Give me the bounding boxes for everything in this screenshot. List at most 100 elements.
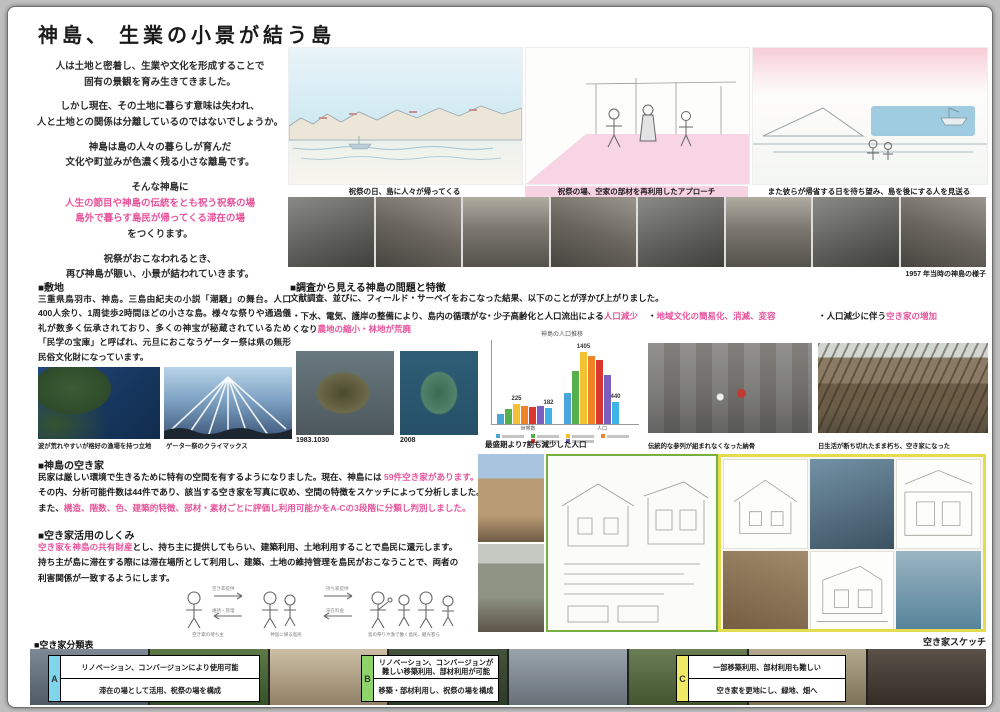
chart-bar (505, 409, 512, 424)
historical-photo (726, 197, 812, 267)
diagram-caption-owner: 空き家の持ち主 (178, 632, 238, 638)
chart-bar (529, 407, 536, 424)
chart-legend-item (601, 434, 629, 438)
pencil-sketch-lines (548, 456, 716, 630)
location-map-photo (38, 367, 160, 439)
scheme-text: 空き家を神島の共有財産とし、持ち主に提供してもらい、建築利用、土地利用することで… (38, 540, 490, 586)
body-highlight: 59件空き家があります。 (384, 472, 479, 482)
chart-bar (537, 406, 544, 424)
interior-photo-tile (810, 459, 895, 549)
intro-paragraph: そんな神島に 人生の節目や神島の伝統をとも祝う祝祭の場 島外で暮らす島民が帰って… (28, 180, 292, 243)
aerial-caption: 1983.1030 (296, 437, 394, 444)
intro-line: 固有の景観を育み生きてきました。 (84, 77, 236, 88)
chart-group-labels: 世帯数 人口 (491, 425, 639, 432)
population-chart: 神島の人口推移 225 182 1405 440 世帯数 人口 (485, 329, 639, 441)
vacant-house-collage-yellow-frame (718, 454, 986, 632)
body-text: 民家は厳しい環境で生きるために特有の空間を有するようになりました。現在、神島には (38, 472, 384, 482)
classification-cell: 空き家を更地にし、緑地、畑へ (688, 678, 846, 702)
classification-cell: リノベーション、コンバージョンが難しい移築利用、部材利用が可能 (373, 655, 499, 679)
vacant-house-photo (478, 454, 544, 542)
population-chart-plot: 225 182 1405 440 (491, 340, 639, 425)
historical-photo-strip (288, 197, 986, 267)
festival-sketch-lines (526, 48, 749, 184)
pencil-sketch-lines (811, 552, 894, 632)
intro-paragraph: しかし現在、その土地に暮らす意味は失われ、 人と土地との関係は分離しているのでは… (28, 99, 292, 130)
body-text: とし、持ち主に提供してもらい、建築利用、土地利用することで島民に還元します。 (133, 542, 458, 552)
intro-line: そんな神島に (131, 182, 188, 193)
collage-caption: 空き家スケッチ (478, 635, 986, 648)
classification-cell: 移築・部材利用し、祝祭の場を構成 (373, 678, 499, 702)
pencil-sketch-lines (724, 460, 807, 548)
house-photo (509, 649, 627, 705)
intro-line: 人と土地との関係は分離しているのではないでしょうか。 (37, 117, 283, 128)
intro-line: 文化や町並みが色濃く残る小さな離島です。 (65, 157, 254, 168)
festival-rays (164, 367, 292, 439)
bullet-highlight: 地域文化の簡易化、消滅、変容 (657, 311, 776, 321)
chart-bar-label: 182 (543, 400, 553, 406)
diagram-label-fee: 滞在料金 (326, 608, 344, 614)
chart-bar (521, 406, 528, 424)
poster-sheet: 神島、 生業の小景が結う島 人は土地と密着し、生業や文化を形成することで 固有の… (7, 6, 993, 708)
photo-strip-caption: 1957 年当時の神島の様子 (288, 269, 986, 279)
intro-line: 神島は島の人々の暮らしが育んだ (89, 142, 232, 153)
sketch-departure-scene (752, 47, 988, 185)
intro-paragraph: 人は土地と密着し、生業や文化を形成することで 固有の景観を育み生きてきました。 (28, 59, 292, 90)
site-body-text: 三重県鳥羽市、神島。三島由紀夫の小説「潮騒」の舞台。人口400人余り、1周徒歩2… (38, 292, 291, 364)
geta-festival-photo (164, 367, 292, 439)
classification-cells-a: リノベーション、コンバージョンにより使用可能 滞在の場として活用、祝祭の場を構成 (60, 655, 260, 702)
sketch-festival-approach (525, 47, 750, 185)
harbor-sketch-lines (289, 48, 522, 184)
historical-photo (551, 197, 637, 267)
bullet-highlight: 人口減少 (604, 311, 638, 321)
historical-photo (288, 197, 374, 267)
vacant-houses-text: 民家は厳しい環境で生きるために特有の空間を有するようになりました。現在、神島には… (38, 470, 490, 516)
poster-background: 神島、 生業の小景が結う島 人は土地と密着し、生業や文化を形成することで 固有の… (0, 0, 1000, 712)
intro-text: 人は土地と密着し、生業や文化を形成することで 固有の景観を育み生きてきました。 … (28, 59, 292, 292)
body-text: 持ち主が島に滞在する際には滞在場所として利用し、建築、土地の維持管理を島民がおこ… (38, 557, 458, 567)
diagram-caption-workers: 島の祭りや漁で働く島民、観光客ら (330, 632, 478, 638)
historical-photo (813, 197, 899, 267)
ruin-caption: 日生活が断ち切れたまま朽ち、空き家になった (818, 441, 990, 450)
intro-line: をつくります。 (127, 229, 193, 240)
classification-cells-b: リノベーション、コンバージョンが難しい移築利用、部材利用が可能 移築・部材利用し… (373, 655, 499, 702)
bullet-highlight: 農地の縮小・林地が荒廃 (318, 324, 412, 334)
chart-bar: 440 (612, 402, 619, 425)
bullet-text: ・ (648, 311, 657, 321)
bar-group: 1405 440 (564, 352, 619, 424)
intro-line-highlight: 島外で暮らす島民が帰ってくる滞在の場 (75, 213, 245, 224)
chart-bar: 182 (545, 408, 552, 424)
classification-cell: 一部移築利用、部材利用も難しい (688, 655, 846, 679)
vacant-house-photo (478, 544, 544, 632)
diagram-label-manage: 維持・管理 (212, 608, 235, 614)
chart-group-label: 人口 (565, 425, 639, 432)
chart-bar-label: 1405 (577, 344, 590, 350)
house-sketch-tile (723, 459, 808, 549)
chart-bar-label: 225 (511, 396, 521, 402)
diagram-label-stay: 持ち家提供 (326, 586, 349, 592)
vacant-house-collage (478, 454, 986, 632)
map-photo-caption: 波が荒れやすいが格好の漁場を持つ立地 (38, 441, 162, 450)
intro-line-highlight: 人生の節目や神島の伝統をとも祝う祝祭の場 (65, 198, 255, 209)
intro-line: 祝祭がおこなわれるとき、 (104, 254, 217, 265)
chart-caption: 最盛期より7割も減少した人口 (485, 439, 660, 450)
chart-legend-item (496, 434, 524, 438)
intro-line: 人は土地と密着し、生業や文化を形成することで (56, 61, 265, 72)
historical-photo (463, 197, 549, 267)
aerial-photo-2008 (400, 351, 478, 435)
chart-bar: 1405 (580, 352, 587, 424)
intro-paragraph: 祝祭がおこなわれるとき、 再び神島が賑い、小景が結われていきます。 (28, 252, 292, 283)
exterior-photo-tile (723, 551, 808, 632)
house-sketch-tile (810, 551, 895, 632)
chart-bar: 225 (513, 404, 520, 424)
sketch-caption: また彼らが帰省する日を待ち望み、島を後にする人を見送る (752, 186, 986, 197)
aerial-caption: 2008 (400, 437, 478, 444)
procession-caption: 伝統的な参列が組まれなくなった納骨 (648, 441, 814, 450)
diagram-label-provide: 空き家提供 (212, 586, 235, 592)
classification-cell: 滞在の場として活用、祝祭の場を構成 (60, 678, 260, 702)
street-procession-photo (648, 343, 812, 433)
survey-lead-text: 文献調査、並びに、フィールド・サーベイをおこなった結果、以下のことが浮かび上がり… (290, 292, 850, 304)
departure-sketch-lines (753, 48, 987, 184)
chart-bar-label: 440 (610, 394, 620, 400)
chart-title: 神島の人口推移 (485, 329, 639, 338)
collage-grid (723, 459, 981, 627)
